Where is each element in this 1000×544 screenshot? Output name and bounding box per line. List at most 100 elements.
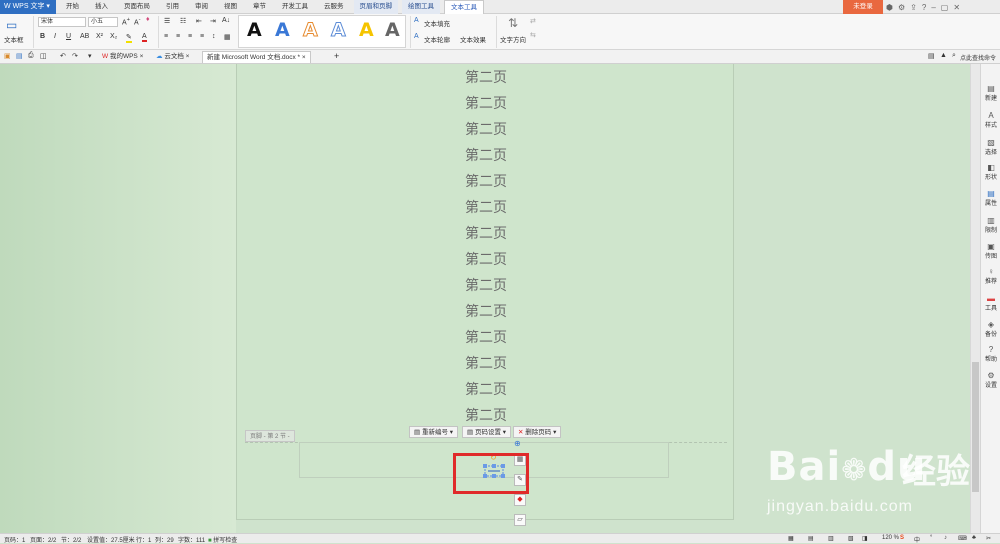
outline-icon[interactable]: ▱ [514, 514, 526, 526]
pane-select[interactable]: ▧ 选择 [981, 138, 1000, 156]
pane-shape[interactable]: ◧ 形状 [981, 163, 1000, 181]
new-tab-icon[interactable]: + [334, 51, 339, 61]
maximize-icon[interactable]: ▢ [941, 3, 949, 12]
pane-style[interactable]: A 样式 [981, 111, 1000, 129]
style-orange-outline[interactable]: A [303, 19, 319, 42]
preview-icon[interactable]: ◫ [40, 52, 47, 60]
skin-icon[interactable]: ⬢ [886, 3, 893, 12]
pane-tools[interactable]: ▬ 工具 [981, 294, 1000, 312]
open-icon[interactable]: ▣ [4, 52, 11, 60]
break-link-icon[interactable]: ⇆ [530, 31, 536, 39]
subscript-icon[interactable]: X₂ [110, 33, 117, 40]
shrink-font-icon[interactable]: A- [134, 17, 141, 26]
save-icon[interactable]: ▤ [16, 52, 23, 60]
textbox-icon[interactable]: ▭ [6, 18, 17, 32]
undo-icon[interactable]: ↶ [60, 52, 66, 60]
pane-backup[interactable]: ◈ 备份 [981, 320, 1000, 338]
font-name-select[interactable]: 宋体 [38, 17, 86, 27]
page-setup-button[interactable]: ▤ 页码设置 ▾ [462, 426, 512, 438]
underline-icon[interactable]: U [66, 33, 71, 40]
tab-my-wps[interactable]: W 我的WPS × [98, 51, 147, 63]
pane-recommend[interactable]: ♀ 推荐 [981, 267, 1000, 285]
text-outline-button[interactable]: 文本轮廓 [424, 34, 450, 44]
font-size-select[interactable]: 小五 [88, 17, 118, 27]
tab-developer[interactable]: 开发工具 [276, 0, 314, 14]
web-view-icon[interactable]: ▥ [828, 535, 834, 542]
tab-cloud-service[interactable]: 云服务 [318, 0, 350, 14]
italic-icon[interactable]: I [54, 33, 56, 40]
tab-home[interactable]: 开始 [60, 0, 85, 14]
close-icon[interactable]: × [140, 53, 144, 60]
mic-icon[interactable]: ♪ [944, 535, 947, 541]
redo-icon[interactable]: ↷ [72, 52, 78, 60]
bullet-list-icon[interactable]: ☰ [164, 17, 170, 25]
tab-drawing-tools[interactable]: 绘图工具 [402, 0, 440, 14]
pane-restrict[interactable]: ▥ 限制 [981, 216, 1000, 234]
align-center-icon[interactable]: ≡ [176, 33, 180, 40]
delete-page-number-button[interactable]: ✕ 删除页码 ▾ [513, 426, 562, 438]
comment-icon[interactable]: ▤ [928, 52, 935, 60]
textbox-button[interactable]: 文本框 [4, 34, 24, 44]
highlight-icon[interactable]: ✎ [126, 33, 132, 43]
style-blue-outline[interactable]: A [331, 19, 347, 42]
shading-icon[interactable]: ▦ [224, 33, 231, 41]
view-toggle-icon[interactable]: ▦ [788, 535, 794, 542]
close-icon[interactable]: × [302, 54, 306, 61]
pane-new[interactable]: ▤ 新建 [981, 84, 1000, 102]
tab-references[interactable]: 引用 [160, 0, 185, 14]
pane-property[interactable]: ▤ 属性 [981, 189, 1000, 207]
close-icon[interactable]: × [186, 53, 190, 60]
text-outline-icon[interactable]: A [414, 33, 419, 40]
shape-style-icon[interactable]: ◆ [514, 494, 526, 506]
settings-icon[interactable]: ⚙ [898, 3, 905, 12]
sort-icon[interactable]: A↓ [222, 17, 230, 24]
indent-icon[interactable]: ⇥ [210, 17, 216, 25]
tab-page-layout[interactable]: 页面布局 [118, 0, 156, 14]
text-effect-button[interactable]: 文本效果 [460, 34, 486, 44]
login-button[interactable]: 未登录 [843, 0, 883, 14]
grow-font-icon[interactable]: A+ [122, 17, 130, 26]
tab-current-document[interactable]: 新建 Microsoft Word 文档.docx * × [202, 51, 311, 63]
outline-view-icon[interactable]: ▧ [848, 535, 854, 542]
text-fill-icon[interactable]: A [414, 17, 419, 24]
renumber-button[interactable]: ▤ 重新编号 ▾ [409, 426, 459, 438]
outdent-icon[interactable]: ⇤ [196, 17, 202, 25]
wps-app-button[interactable]: W WPS 文字 ▾ [0, 0, 56, 14]
skin-icon[interactable]: ♣ [972, 535, 976, 541]
sogou-icon[interactable]: S [900, 535, 904, 541]
tools-icon[interactable]: ✂ [986, 535, 991, 542]
tab-chapter[interactable]: 章节 [247, 0, 272, 14]
collapse-icon[interactable]: ▲ [940, 52, 947, 59]
reading-view-icon[interactable]: ◨ [862, 535, 868, 542]
justify-icon[interactable]: ≡ [200, 33, 204, 40]
customize-icon[interactable]: ▾ [88, 52, 92, 60]
punctuation-icon[interactable]: ° [930, 535, 932, 541]
pane-help[interactable]: ? 帮助 [981, 345, 1000, 363]
search-icon[interactable]: ⌕ [952, 52, 956, 60]
command-search[interactable]: 点此查找命令 [960, 53, 996, 62]
tab-header-footer[interactable]: 页眉和页脚 [353, 0, 398, 14]
share-icon[interactable]: ⇪ [910, 3, 917, 12]
tab-cloud-docs[interactable]: ☁ 云文档 × [152, 51, 193, 63]
vertical-scrollbar[interactable] [970, 64, 980, 533]
tab-insert[interactable]: 插入 [89, 0, 114, 14]
tab-text-tools[interactable]: 文本工具 [444, 0, 484, 14]
bold-icon[interactable]: B [40, 33, 45, 40]
print-icon[interactable]: ⎙ [28, 52, 34, 60]
scroll-thumb[interactable] [972, 362, 979, 492]
align-left-icon[interactable]: ≡ [164, 33, 168, 40]
link-icon[interactable]: ⇄ [530, 17, 536, 25]
add-icon[interactable]: ⊕ [514, 439, 521, 448]
minimize-icon[interactable]: – [931, 3, 935, 12]
text-direction-icon[interactable]: ⇅ [508, 16, 518, 30]
line-spacing-icon[interactable]: ↕ [212, 33, 216, 40]
superscript-icon[interactable]: X² [96, 33, 103, 40]
text-fill-button[interactable]: 文本填充 [424, 18, 450, 28]
pane-settings[interactable]: ⚙ 设置 [981, 371, 1000, 389]
style-blue[interactable]: A [275, 19, 290, 41]
tab-review[interactable]: 审阅 [189, 0, 214, 14]
clear-format-icon[interactable]: ♦ [146, 16, 150, 23]
text-direction-button[interactable]: 文字方向 [500, 34, 526, 44]
style-gray[interactable]: A [385, 19, 400, 41]
tab-view[interactable]: 视图 [218, 0, 243, 14]
